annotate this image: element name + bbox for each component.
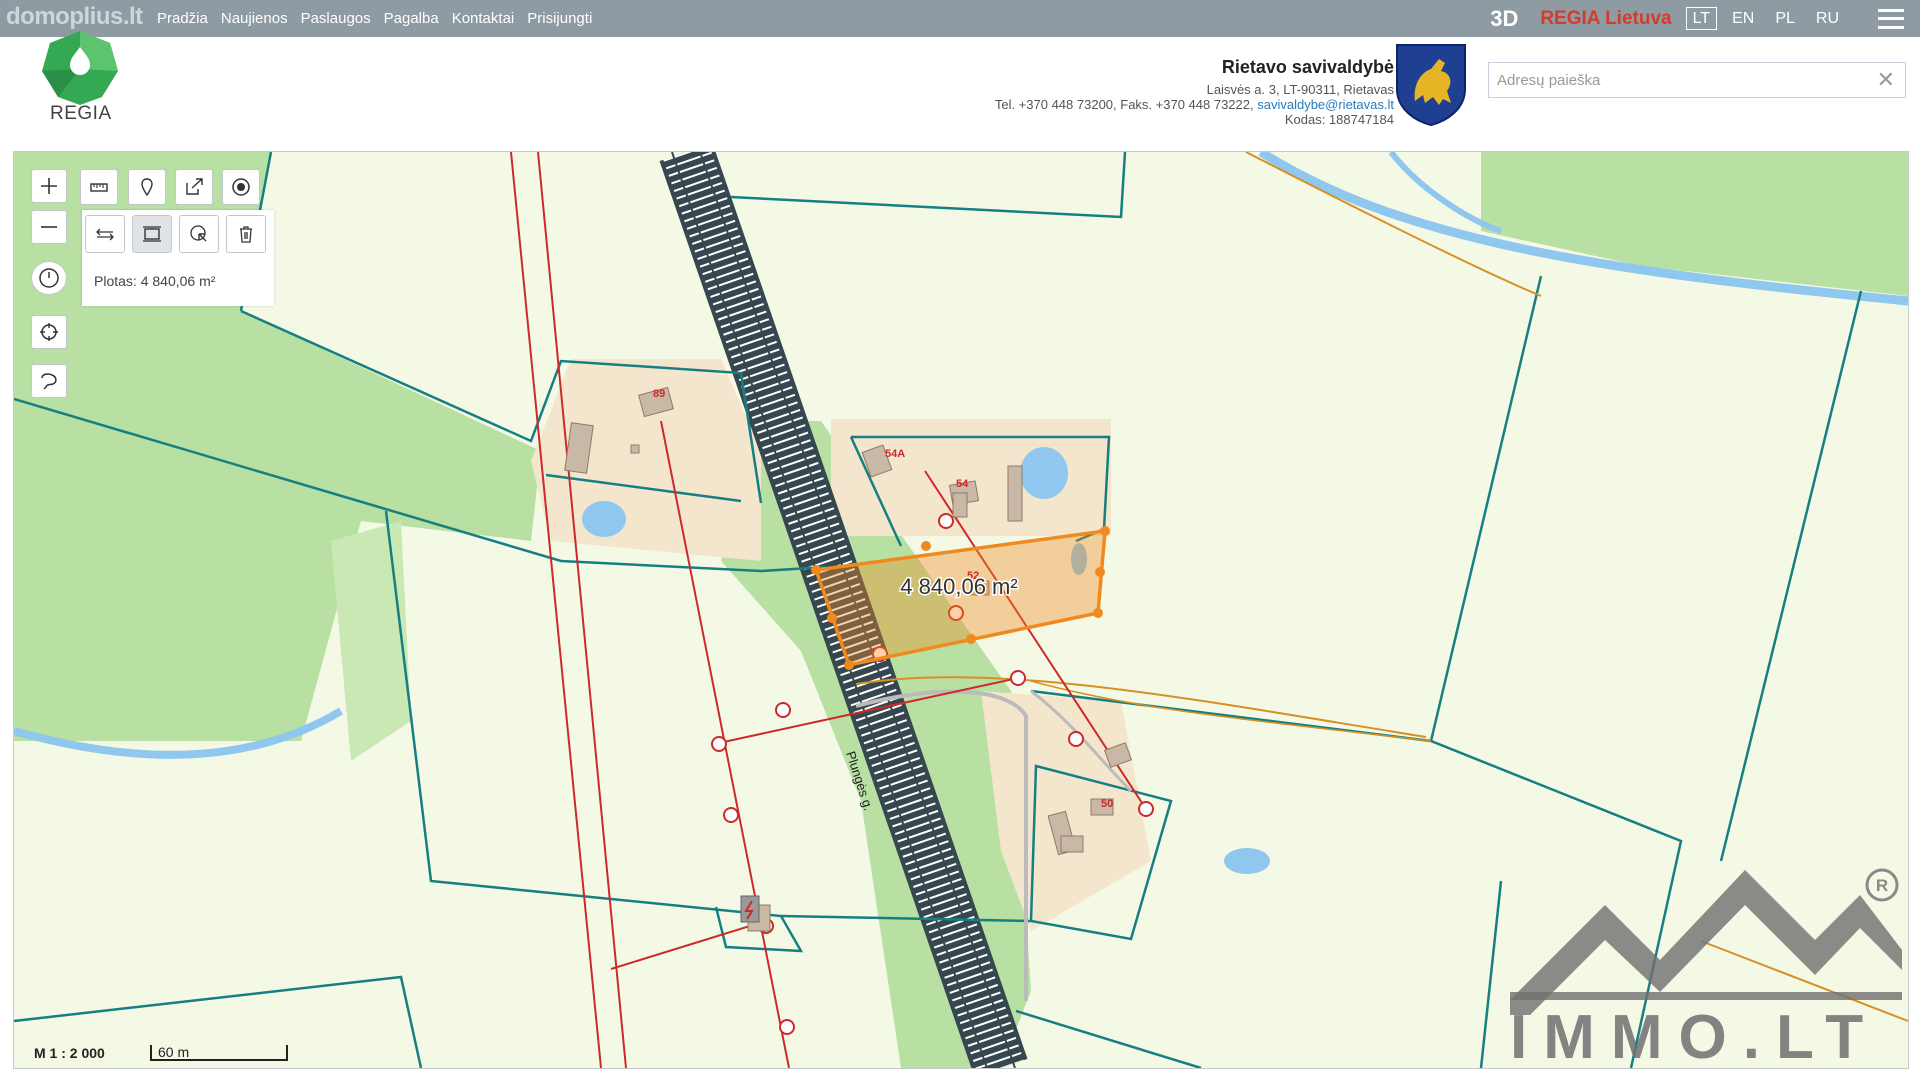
measure-ruler-button[interactable]: [80, 169, 118, 205]
immo-logo: R IMMO.LT: [1510, 868, 1902, 1070]
logo-text: REGIA: [50, 103, 112, 124]
nav-contacts[interactable]: Kontaktai: [452, 10, 515, 27]
menu-icon[interactable]: [1878, 8, 1904, 29]
search-input[interactable]: [1489, 63, 1867, 97]
record-icon: [232, 178, 250, 196]
marker-button[interactable]: [128, 169, 166, 205]
distance-icon: [96, 228, 114, 241]
measure-area-button[interactable]: [132, 215, 172, 253]
pointer-button[interactable]: [179, 215, 219, 253]
lasso-icon: [41, 373, 57, 390]
right-nav: 3D REGIA Lietuva LT EN PL RU: [1490, 0, 1920, 37]
watermark: domoplius.lt: [6, 3, 143, 30]
lang-en[interactable]: EN: [1726, 8, 1760, 29]
lang-ru[interactable]: RU: [1810, 8, 1845, 29]
zoom-in-button[interactable]: [31, 169, 67, 203]
trash-icon: [240, 226, 252, 243]
parcel-label-54: 54: [956, 478, 969, 490]
lang-lt[interactable]: LT: [1685, 7, 1718, 30]
coat-of-arms-icon: [1396, 44, 1466, 127]
measure-distance-button[interactable]: [85, 215, 125, 253]
lasso-button[interactable]: [31, 364, 67, 398]
locate-button[interactable]: [31, 315, 67, 349]
immo-logo-text: IMMO.LT: [1510, 1003, 1879, 1070]
delete-button[interactable]: [226, 215, 266, 253]
regia-lietuva-link[interactable]: REGIA Lietuva: [1540, 8, 1671, 30]
nav-login[interactable]: Prisijungti: [527, 10, 592, 27]
nav-services[interactable]: Paslaugos: [301, 10, 371, 27]
polygon-area-label: 4 840,06 m²: [900, 574, 1017, 599]
municipality-phone: Tel. +370 448 73200, Faks. +370 448 7322…: [994, 97, 1254, 112]
svg-text:R: R: [1876, 876, 1888, 895]
municipality-name: Rietavo savivaldybė: [1221, 57, 1394, 77]
pointer-icon: [190, 225, 207, 242]
minus-icon: [41, 226, 57, 228]
ruler-icon: [90, 183, 108, 192]
municipality-info: Rietavo savivaldybė Laisvės a. 3, LT-903…: [995, 57, 1394, 127]
municipality-code: Kodas: 188747184: [1284, 112, 1394, 127]
crosshair-icon: [40, 323, 58, 341]
parcel-label-89: 89: [653, 388, 665, 400]
area-readout: Plotas: 4 840,06 m²: [94, 273, 216, 289]
plus-icon: [41, 178, 57, 194]
scale-bar-label: 60 m: [158, 1044, 190, 1060]
close-icon[interactable]: ✕: [1877, 69, 1895, 91]
parcel-label-54a: 54A: [885, 448, 905, 460]
municipality-email[interactable]: savivaldybe@rietavas.lt: [1257, 97, 1394, 112]
lang-pl[interactable]: PL: [1769, 8, 1801, 29]
top-bar: domoplius.lt Pradžia Naujienos Paslaugos…: [0, 0, 1920, 37]
marker-icon: [141, 178, 153, 197]
scale-bar: 60 m: [150, 1044, 288, 1061]
zoom-out-button[interactable]: [31, 210, 67, 244]
transformer-icon: [740, 895, 760, 923]
main-nav: Pradžia Naujienos Paslaugos Pagalba Kont…: [157, 0, 592, 37]
nav-home[interactable]: Pradžia: [157, 10, 208, 27]
address-search: ✕: [1488, 62, 1906, 98]
3d-button[interactable]: 3D: [1490, 6, 1518, 32]
nav-news[interactable]: Naujienos: [221, 10, 288, 27]
scale-ratio: M 1 : 2 000: [34, 1045, 105, 1061]
history-button[interactable]: [31, 261, 67, 295]
area-icon: [143, 226, 161, 242]
parcel-label-50: 50: [1101, 798, 1113, 810]
nav-help[interactable]: Pagalba: [384, 10, 439, 27]
header: REGIA Rietavo savivaldybė Laisvės a. 3, …: [0, 31, 1920, 149]
record-button[interactable]: [222, 169, 260, 205]
regia-logo[interactable]: [40, 29, 120, 109]
share-button[interactable]: [175, 169, 213, 205]
municipality-address: Laisvės a. 3, LT-90311, Rietavas: [1206, 82, 1394, 97]
clock-icon: [39, 268, 59, 288]
share-icon: [186, 178, 203, 195]
